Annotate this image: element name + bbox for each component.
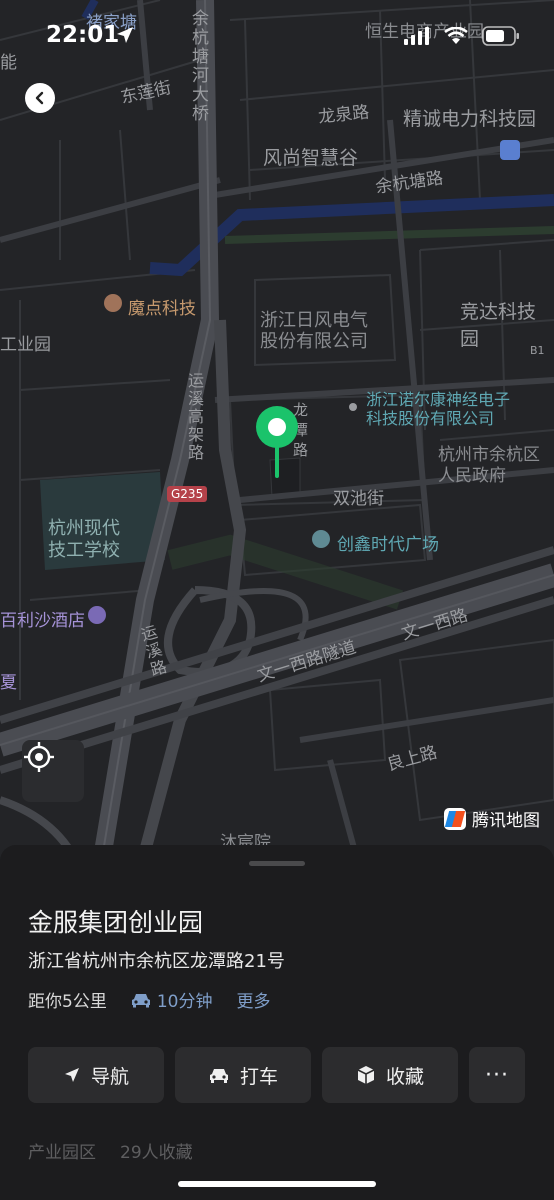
map-label[interactable]: 百利沙酒店 [0, 606, 85, 631]
place-meta: 产业园区 29人收藏 [28, 1138, 193, 1163]
drive-time[interactable]: 10分钟 [131, 987, 213, 1012]
map-label: 精诚电力科技园 [403, 108, 537, 130]
taxi-label: 打车 [239, 1065, 278, 1088]
tencent-map-logo-icon [444, 807, 466, 830]
chevron-left-icon [35, 91, 44, 105]
more-link[interactable]: 更多 [236, 987, 270, 1012]
car-icon [131, 993, 150, 1007]
navigate-button[interactable]: 导航 [28, 1047, 164, 1103]
location-arrow-icon [117, 27, 133, 43]
category-text: 产业园区 [28, 1143, 96, 1163]
map-label: 运溪高架路 [188, 372, 206, 462]
map-brand-label: 腾讯地图 [472, 811, 540, 831]
place-address: 浙江省杭州市余杭区龙潭路21号 [28, 951, 285, 972]
hotel-icon[interactable] [88, 606, 106, 624]
place-detail-sheet[interactable]: 金服集团创业园 浙江省杭州市余杭区龙潭路21号 距你5公里 10分钟 更多 导航 [0, 845, 554, 1200]
navigation-arrow-icon [64, 1068, 79, 1082]
distance-text: 距你5公里 [28, 992, 107, 1012]
map-label: 双池街 [333, 489, 384, 509]
bus-stop-icon[interactable] [500, 140, 520, 160]
map-label: 杭州市余杭区 人民政府 [438, 445, 540, 486]
map-view[interactable]: 褚家塘 恒生电商产业园 余杭塘河大桥 能 东莲街 龙泉路 精诚电力科技园 风尚智… [0, 0, 554, 870]
favorite-label: 收藏 [385, 1065, 424, 1088]
taxi-button[interactable]: 打车 [175, 1047, 311, 1103]
place-info-row: 距你5公里 10分钟 更多 [28, 987, 270, 1012]
map-label[interactable]: 魔点科技 [128, 294, 196, 319]
map-label-text: 运溪高架路 [188, 371, 205, 462]
locate-me-button[interactable] [22, 740, 84, 802]
status-icons [404, 26, 520, 46]
crosshair-icon [24, 742, 54, 772]
location-pin-icon[interactable] [254, 404, 300, 478]
map-label: 龙泉路 [317, 102, 371, 128]
poi-icon[interactable] [312, 530, 330, 548]
navigate-label: 导航 [90, 1065, 129, 1088]
map-label: 夏 [0, 673, 17, 693]
map-label: 杭州现代 技工学校 [48, 518, 120, 561]
map-label: 风尚智慧谷 [263, 147, 359, 169]
more-dots-icon: ··· [485, 1062, 509, 1088]
wifi-icon [444, 27, 468, 44]
poi-icon[interactable] [349, 403, 357, 411]
cellular-signal-icon [404, 27, 429, 45]
back-button[interactable] [25, 83, 55, 113]
map-label[interactable]: 创鑫时代广场 [337, 530, 439, 555]
more-options-button[interactable]: ··· [469, 1047, 525, 1103]
sheet-grabber[interactable] [249, 861, 305, 866]
map-label: 浙江日风电气 股份有限公司 [260, 310, 368, 352]
map-label: 竞达科技园 [460, 301, 537, 350]
status-bar: 22:01 [0, 0, 554, 72]
map-label[interactable]: 浙江诺尔康神经电子 科技股份有限公司 [366, 390, 510, 428]
taxi-icon [209, 1069, 228, 1083]
map-label: B1 [530, 344, 545, 357]
drive-time-label: 10分钟 [156, 992, 213, 1012]
favorite-button[interactable]: 收藏 [322, 1047, 458, 1103]
road-shield: G235 [167, 486, 208, 502]
home-indicator[interactable] [178, 1181, 376, 1187]
status-time: 22:01 [46, 22, 120, 48]
battery-icon [482, 26, 519, 46]
map-label: 工业园 [0, 335, 51, 355]
favorites-count: 29人收藏 [120, 1143, 193, 1163]
poi-icon[interactable] [104, 294, 122, 312]
box-icon [357, 1066, 375, 1084]
action-bar: 导航 打车 收藏 ··· [28, 1047, 525, 1103]
map-brand: 腾讯地图 [444, 806, 540, 831]
place-title: 金服集团创业园 [28, 908, 204, 937]
